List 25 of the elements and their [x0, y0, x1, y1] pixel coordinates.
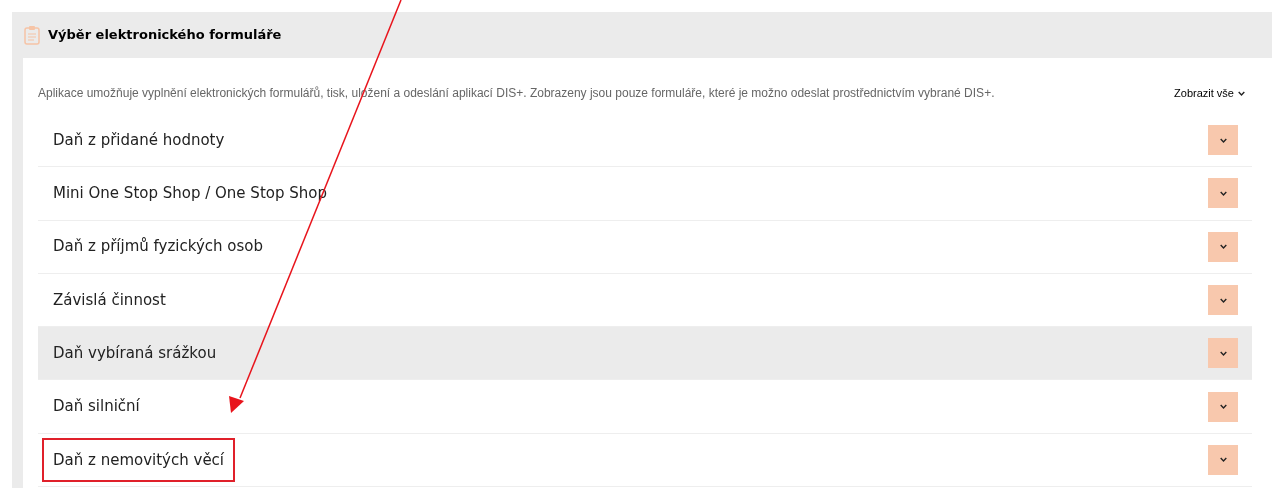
row-label: Daň vybíraná srážkou	[53, 343, 217, 365]
chevron-down-icon	[1219, 350, 1227, 356]
chevron-down-icon	[1219, 297, 1227, 303]
form-category-row[interactable]: Daň vybíraná srážkou	[38, 327, 1252, 381]
row-label: Daň z nemovitých věcí	[42, 437, 236, 483]
expand-button[interactable]	[1208, 125, 1238, 156]
show-all-link[interactable]: Zobrazit vše	[1174, 84, 1245, 102]
chevron-down-icon	[1219, 404, 1227, 410]
row-label: Daň z přidané hodnoty	[53, 129, 225, 151]
chevron-down-icon	[1238, 90, 1245, 96]
row-label: Daň z příjmů fyzických osob	[53, 236, 263, 258]
chevron-down-icon	[1219, 457, 1227, 463]
expand-button[interactable]	[1208, 444, 1238, 475]
chevron-down-icon	[1219, 137, 1227, 143]
chevron-down-icon	[1219, 244, 1227, 250]
clipboard-icon	[24, 25, 40, 45]
expand-button[interactable]	[1208, 231, 1238, 262]
row-label: Daň silniční	[53, 396, 140, 418]
chevron-down-icon	[1219, 190, 1227, 196]
row-label: Závislá činnost	[53, 289, 166, 311]
expand-button[interactable]	[1208, 178, 1238, 209]
panel-title: Výběr elektronického formuláře	[48, 26, 282, 45]
expand-button[interactable]	[1208, 338, 1238, 369]
expand-button[interactable]	[1208, 391, 1238, 422]
expand-button[interactable]	[1208, 285, 1238, 316]
